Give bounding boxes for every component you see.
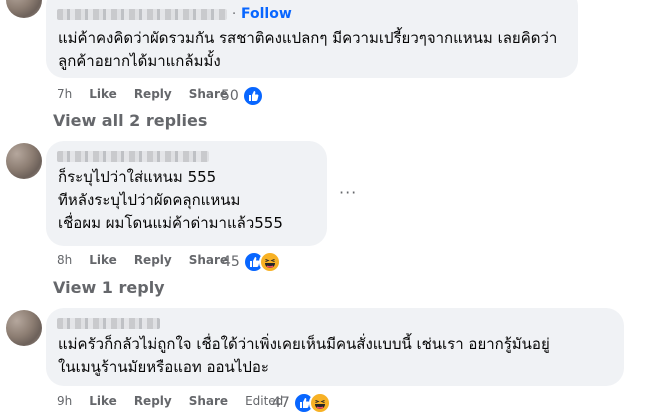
author-name-blurred[interactable] (57, 151, 209, 162)
author-name-blurred[interactable] (57, 9, 227, 20)
comment-text: ก็ระบุไปว่าใส่แหนม 555 ทีหลังระบุไปว่าผั… (58, 168, 283, 232)
reply-button[interactable]: Reply (134, 253, 172, 267)
reaction-summary[interactable]: 50 (221, 85, 264, 107)
haha-icon (258, 251, 281, 273)
view-replies-link[interactable]: View 1 reply (53, 278, 165, 297)
haha-icon (308, 392, 331, 414)
comment-actions: 9h Like Reply Share Edited (57, 394, 300, 408)
comment-text: แม่ค้าคงคิดว่าผัดรวมกัน รสชาติคงแปลกๆ มี… (58, 29, 558, 70)
comment-time[interactable]: 9h (57, 394, 72, 408)
like-button[interactable]: Like (89, 394, 117, 408)
avatar[interactable] (6, 0, 42, 18)
like-icon (241, 85, 264, 107)
reaction-count: 47 (272, 395, 290, 411)
reply-button[interactable]: Reply (134, 87, 172, 101)
more-options-button[interactable]: ··· (339, 183, 357, 202)
separator-dot: · (232, 7, 237, 22)
author-name-blurred[interactable] (57, 318, 160, 329)
reply-button[interactable]: Reply (134, 394, 172, 408)
reaction-count: 45 (222, 254, 240, 270)
reaction-summary[interactable]: 45 (222, 251, 281, 273)
comment-time[interactable]: 7h (57, 87, 72, 101)
comment-time[interactable]: 8h (57, 253, 72, 267)
avatar[interactable] (6, 310, 42, 346)
like-button[interactable]: Like (89, 253, 117, 267)
comment-text: แม่ครัวก็กลัวไม่ถูกใจ เชื่อใด้ว่าเพิ่งเค… (58, 335, 550, 376)
avatar[interactable] (6, 143, 42, 179)
like-button[interactable]: Like (89, 87, 117, 101)
share-button[interactable]: Share (189, 394, 228, 408)
reaction-count: 50 (221, 88, 239, 104)
follow-button[interactable]: Follow (241, 6, 292, 22)
reaction-summary[interactable]: 47 (272, 392, 331, 414)
comment-actions: 7h Like Reply Share (57, 87, 245, 101)
comment-actions: 8h Like Reply Share (57, 253, 245, 267)
view-replies-link[interactable]: View all 2 replies (53, 111, 207, 130)
